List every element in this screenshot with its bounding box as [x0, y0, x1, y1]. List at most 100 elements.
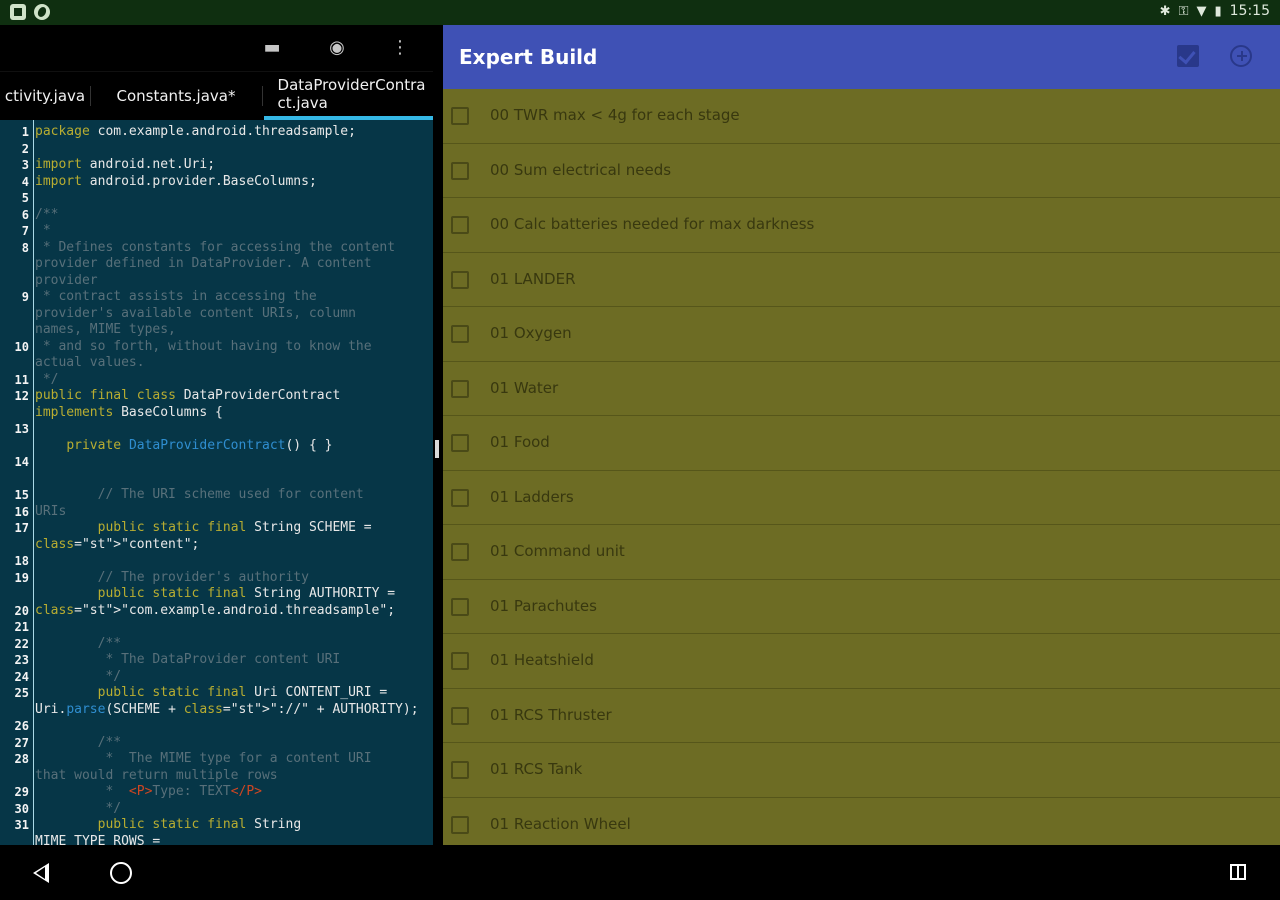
code-line: public final class DataProviderContract: [35, 388, 341, 403]
line-number: 21: [14, 620, 29, 634]
checkbox[interactable]: [451, 379, 469, 398]
code-line: provider's available content URIs, colum…: [35, 305, 356, 321]
checkbox[interactable]: [451, 434, 469, 452]
tab-activity-java[interactable]: ctivity.java: [0, 72, 90, 120]
line-number: 7: [21, 224, 29, 238]
list-item-label: 01 Ladders: [490, 487, 574, 506]
pane-divider-handle[interactable]: [435, 440, 439, 458]
line-number: 4: [21, 174, 29, 189]
list-item[interactable]: 01 Water: [443, 362, 1280, 416]
list-item[interactable]: 01 Reaction Wheel: [443, 798, 1280, 846]
settings-circle-icon[interactable]: ◉: [326, 37, 348, 59]
code-line: * The MIME type for a content URI: [35, 751, 372, 766]
code-line: /**: [35, 734, 122, 750]
list-item-label: 01 Oxygen: [490, 324, 572, 342]
line-number: 15: [14, 488, 29, 502]
code-line: package com.example.android.threadsample…: [35, 124, 356, 139]
code-line: */: [35, 800, 122, 816]
code-line: provider: [35, 272, 98, 288]
code-area[interactable]: 1 2 3 4 5 6 7 8 9 10 11 12 13 14 15 16 17 18 19 20 21 22 23 24 2…: [0, 120, 433, 845]
battery-icon: ▮: [1214, 3, 1222, 19]
list-item-label: 01 Parachutes: [490, 596, 597, 615]
editor-toolbar: ▬ ◉ ⋮: [0, 25, 433, 71]
line-number: 5: [21, 191, 29, 205]
code-line: * and so forth, without having to know t…: [35, 338, 372, 354]
line-number: 6: [21, 207, 29, 222]
list-item-label: 00 Sum electrical needs: [490, 160, 672, 179]
code-line: public static final String AUTHORITY =: [97, 586, 396, 601]
home-icon[interactable]: [110, 862, 132, 884]
code-line: import android.net.Uri;: [35, 157, 216, 172]
list-item[interactable]: 00 Sum electrical needs: [443, 144, 1280, 198]
list-item[interactable]: 00 TWR max < 4g for each stage: [443, 89, 1280, 144]
checkbox[interactable]: [451, 488, 469, 507]
checkbox[interactable]: [451, 761, 469, 779]
line-number: 14: [14, 455, 29, 469]
line-number: 18: [14, 554, 29, 568]
code-line: * contract assists in accessing the: [35, 289, 317, 304]
code-line: * <P>Type: TEXT</P>: [35, 784, 262, 799]
list-item[interactable]: 01 Ladders: [443, 471, 1280, 525]
list-item-label: 00 TWR max < 4g for each stage: [490, 106, 740, 124]
checklist: 00 TWR max < 4g for each stage 00 Sum ele…: [443, 89, 1280, 845]
status-time: 15:15: [1229, 3, 1270, 19]
code-line: MIME_TYPE_ROWS =: [35, 833, 161, 846]
line-number: 31: [14, 818, 29, 832]
code-line: */: [35, 371, 59, 387]
code-line: *: [35, 223, 51, 238]
code-line: Uri.parse(SCHEME + class="st">"://" + AU…: [35, 701, 419, 717]
tab-dataprovidercontract-java[interactable]: DataProviderContra ct.java: [264, 72, 433, 120]
code-line: implements BaseColumns {: [35, 404, 223, 420]
code-line: // The URI scheme used for content: [35, 487, 364, 502]
list-item[interactable]: 01 Command unit: [443, 525, 1280, 580]
line-number: 30: [14, 801, 29, 816]
split-screen-icon[interactable]: [1230, 864, 1246, 880]
list-item-label: 00 Calc batteries needed for max darknes…: [490, 215, 815, 233]
checkbox[interactable]: [451, 107, 469, 125]
check-all-icon[interactable]: [1177, 45, 1199, 67]
checkbox[interactable]: [451, 706, 469, 725]
checkbox[interactable]: [451, 815, 469, 834]
checkbox[interactable]: [451, 597, 469, 616]
back-icon[interactable]: [33, 863, 49, 883]
add-item-icon[interactable]: [1230, 45, 1252, 67]
code-line: class="st">"com.example.android.threadsa…: [35, 602, 396, 618]
list-item[interactable]: 00 Calc batteries needed for max darknes…: [443, 198, 1280, 253]
drive-icon[interactable]: ▬: [261, 37, 283, 59]
line-number: 17: [14, 521, 29, 535]
list-item[interactable]: 01 Parachutes: [443, 580, 1280, 634]
code-line: provider defined in DataProvider. A cont…: [35, 256, 372, 271]
list-item[interactable]: 01 Heatshield: [443, 634, 1280, 689]
status-bar: ✱ ⚿ ▼ ▮ 15:15: [0, 0, 1280, 25]
code-line: * The DataProvider content URI: [35, 652, 341, 667]
checkbox[interactable]: [451, 325, 469, 343]
tab-constants-java[interactable]: Constants.java*: [100, 72, 252, 120]
page-title: Expert Build: [459, 45, 598, 69]
code-line: import android.provider.BaseColumns;: [35, 173, 317, 189]
line-number: 3: [21, 158, 29, 172]
line-number: 22: [14, 636, 29, 651]
list-item[interactable]: 01 Oxygen: [443, 307, 1280, 362]
list-item-label: 01 Command unit: [490, 542, 625, 560]
code-line: /**: [35, 635, 122, 651]
code-editor-pane: ▬ ◉ ⋮ ctivity.java Constants.java* DataP…: [0, 25, 433, 845]
list-item-label: 01 LANDER: [490, 269, 576, 288]
notification-globe-icon: [34, 4, 50, 20]
list-item[interactable]: 01 RCS Thruster: [443, 689, 1280, 743]
checkbox[interactable]: [451, 216, 469, 234]
checkbox[interactable]: [451, 543, 469, 561]
checkbox[interactable]: [451, 270, 469, 289]
line-number: 19: [14, 570, 29, 585]
navigation-bar: [0, 845, 1280, 900]
vpn-key-icon: ⚿: [1178, 3, 1189, 19]
checkbox[interactable]: [451, 161, 469, 180]
list-item[interactable]: 01 LANDER: [443, 253, 1280, 307]
list-item-label: 01 Heatshield: [490, 651, 594, 669]
checkbox[interactable]: [451, 652, 469, 670]
list-item-label: 01 Reaction Wheel: [490, 814, 631, 833]
code-line: * Defines constants for accessing the co…: [35, 239, 396, 255]
line-number: 27: [14, 735, 29, 750]
overflow-menu-icon[interactable]: ⋮: [389, 37, 411, 59]
list-item[interactable]: 01 Food: [443, 416, 1280, 471]
list-item[interactable]: 01 RCS Tank: [443, 743, 1280, 798]
